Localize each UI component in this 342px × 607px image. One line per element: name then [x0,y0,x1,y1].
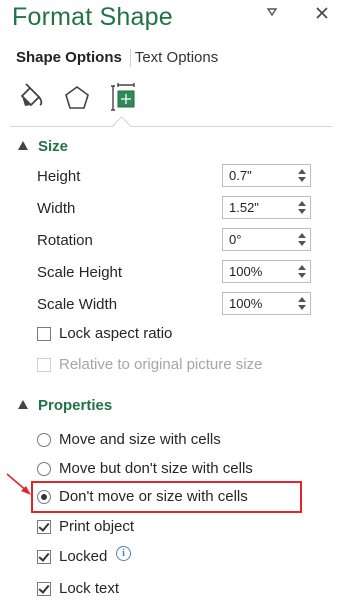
tab-text-options[interactable]: Text Options [135,49,218,66]
rotation-up-arrow-icon[interactable] [298,233,306,238]
tab-shape-options[interactable]: Shape Options [16,49,122,66]
move-no-size-radio[interactable] [37,462,51,476]
relative-size-checkbox [37,358,51,372]
height-up-arrow-icon[interactable] [298,169,306,174]
collapse-triangle-icon [18,141,28,150]
scale-height-down-arrow-icon[interactable] [298,273,306,278]
options-tabs: Shape Options Text Options [16,49,218,68]
category-icon-bar [0,78,342,124]
dont-move-label[interactable]: Don't move or size with cells [59,488,248,505]
scale-height-label: Scale Height [37,264,123,281]
scale-width-label: Scale Width [37,296,118,313]
scale-width-up-arrow-icon[interactable] [298,297,306,302]
width-down-arrow-icon[interactable] [298,209,306,214]
scale-height-up-arrow-icon[interactable] [298,265,306,270]
tab-divider [129,49,131,68]
locked-checkbox[interactable] [37,550,51,564]
icon-bar-divider [10,126,332,127]
scale-height-input[interactable]: 100% [222,260,311,283]
height-label: Height [37,168,81,185]
height-value: 0.7" [229,168,252,183]
rotation-input[interactable]: 0° [222,228,311,251]
properties-section-header[interactable]: Properties [18,397,112,414]
width-input[interactable]: 1.52" [222,196,311,219]
lock-aspect-label[interactable]: Lock aspect ratio [59,325,172,342]
relative-size-label: Relative to original picture size [59,356,263,373]
scale-width-down-arrow-icon[interactable] [298,305,306,310]
print-object-checkbox[interactable] [37,520,51,534]
move-no-size-label[interactable]: Move but don't size with cells [59,460,253,477]
effects-icon[interactable] [63,84,91,117]
print-object-label[interactable]: Print object [59,518,134,535]
scale-width-value: 100% [229,296,263,311]
rotation-value: 0° [229,232,242,247]
lock-text-checkbox[interactable] [37,582,51,596]
width-label: Width [37,200,76,217]
fill-line-icon[interactable] [16,82,46,117]
rotation-label: Rotation [37,232,93,249]
pane-title: Format Shape [12,3,173,31]
close-icon[interactable] [315,6,329,25]
size-section-header[interactable]: Size [18,138,68,155]
width-value: 1.52" [229,200,259,215]
locked-label[interactable]: Locked [59,548,107,565]
collapse-triangle-icon [18,400,28,409]
height-down-arrow-icon[interactable] [298,177,306,182]
width-up-arrow-icon[interactable] [298,201,306,206]
lock-text-label[interactable]: Lock text [59,580,119,597]
pin-icon[interactable] [265,6,279,25]
scale-width-input[interactable]: 100% [222,292,311,315]
move-and-size-label[interactable]: Move and size with cells [59,431,221,448]
scale-height-value: 100% [229,264,263,279]
dont-move-radio[interactable] [37,490,51,504]
size-properties-icon[interactable] [110,82,138,117]
info-icon[interactable]: i [116,546,131,561]
move-and-size-radio[interactable] [37,433,51,447]
lock-aspect-checkbox[interactable] [37,327,51,341]
rotation-down-arrow-icon[interactable] [298,241,306,246]
height-input[interactable]: 0.7" [222,164,311,187]
